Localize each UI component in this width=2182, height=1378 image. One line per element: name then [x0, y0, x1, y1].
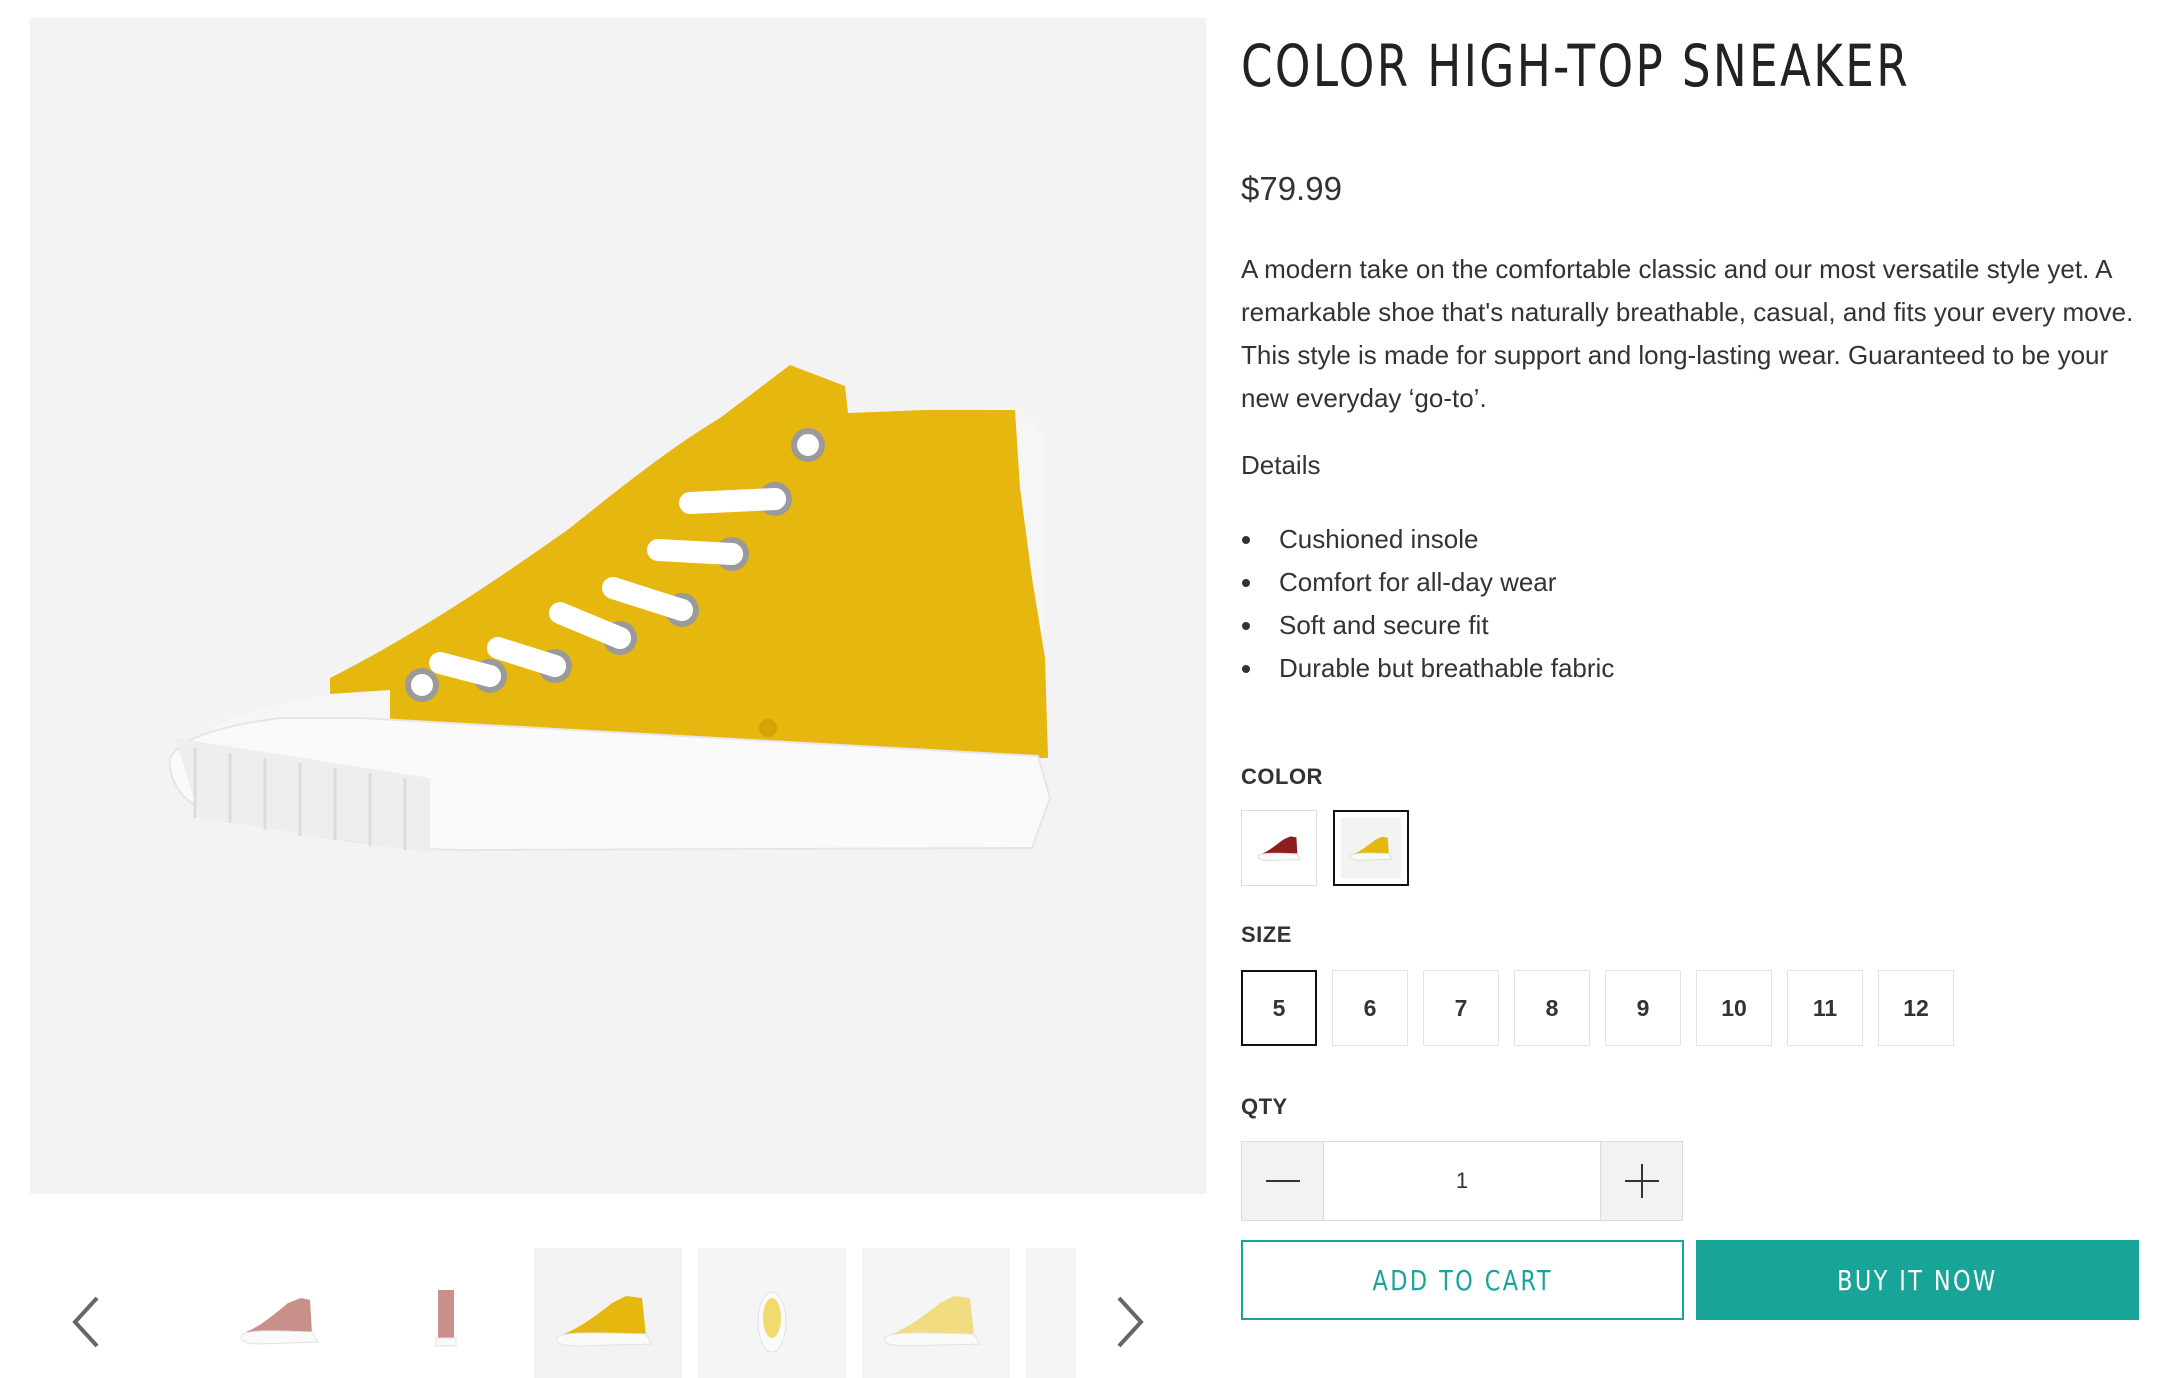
yellow-sneaker-icon — [168, 365, 1052, 853]
qty-label: QTY — [1241, 1094, 1288, 1119]
feature-item: Durable but breathable fabric — [1241, 647, 1614, 690]
size-option-7[interactable]: 7 — [1423, 970, 1499, 1046]
color-label: COLOR — [1241, 764, 1323, 789]
thumbnail-yellow-side[interactable] — [534, 1248, 682, 1378]
product-title: COLOR HIGH-TOP SNEAKER — [1241, 32, 1910, 100]
thumbnail-strip — [30, 1248, 1206, 1378]
details-heading: Details — [1241, 450, 1321, 480]
decrease-qty-button[interactable] — [1242, 1142, 1324, 1220]
maroon-sneaker-icon — [1257, 836, 1302, 862]
feature-item: Comfort for all-day wear — [1241, 561, 1614, 604]
increase-qty-button[interactable] — [1600, 1142, 1682, 1220]
size-option-9[interactable]: 9 — [1605, 970, 1681, 1046]
thumbnail-light-yellow-side[interactable] — [862, 1248, 1010, 1378]
minus-icon — [1265, 1180, 1300, 1182]
light-yellow-sneaker-side-icon — [883, 1296, 981, 1347]
previous-image-button[interactable] — [56, 1292, 116, 1352]
thumbnail-yellow-top[interactable] — [698, 1248, 846, 1378]
add-to-cart-button[interactable]: ADD TO CART — [1241, 1240, 1684, 1320]
chevron-left-icon — [72, 1296, 99, 1348]
color-swatch-maroon[interactable] — [1241, 810, 1317, 886]
thumbnail-partial[interactable] — [1026, 1248, 1076, 1378]
size-option-8[interactable]: 8 — [1514, 970, 1590, 1046]
thumbnail-pink-side[interactable] — [206, 1248, 354, 1378]
buy-it-now-label: BUY IT NOW — [1837, 1263, 1998, 1297]
size-option-6[interactable]: 6 — [1332, 970, 1408, 1046]
pink-sneaker-side-icon — [240, 1298, 319, 1345]
chevron-right-icon — [1117, 1296, 1144, 1348]
quantity-stepper — [1241, 1141, 1683, 1221]
add-to-cart-label: ADD TO CART — [1372, 1263, 1553, 1297]
main-product-image[interactable] — [30, 18, 1206, 1194]
feature-item: Cushioned insole — [1241, 518, 1614, 561]
product-price: $79.99 — [1241, 170, 1342, 207]
quantity-input[interactable] — [1324, 1142, 1600, 1220]
feature-item: Soft and secure fit — [1241, 604, 1614, 647]
size-option-11[interactable]: 11 — [1787, 970, 1863, 1046]
feature-list: Cushioned insole Comfort for all-day wea… — [1241, 518, 1614, 690]
yellow-sneaker-icon — [1349, 836, 1393, 861]
next-image-button[interactable] — [1100, 1292, 1160, 1352]
thumbnails-viewport — [206, 1248, 1076, 1378]
color-swatch-yellow[interactable] — [1333, 810, 1409, 886]
product-description: A modern take on the comfortable classic… — [1241, 254, 2134, 413]
size-option-12[interactable]: 12 — [1878, 970, 1954, 1046]
plus-icon — [1624, 1164, 1659, 1198]
yellow-sneaker-side-icon — [555, 1296, 653, 1347]
buy-it-now-button[interactable]: BUY IT NOW — [1696, 1240, 2139, 1320]
thumbnail-pink-back[interactable] — [370, 1248, 518, 1378]
size-label: SIZE — [1241, 922, 1292, 947]
product-page: COLOR HIGH-TOP SNEAKER $79.99 A modern t… — [0, 0, 2182, 1378]
pink-sneaker-back-icon — [435, 1290, 457, 1347]
yellow-sneaker-top-icon — [757, 1291, 787, 1353]
size-option-5[interactable]: 5 — [1241, 970, 1317, 1046]
size-option-10[interactable]: 10 — [1696, 970, 1772, 1046]
